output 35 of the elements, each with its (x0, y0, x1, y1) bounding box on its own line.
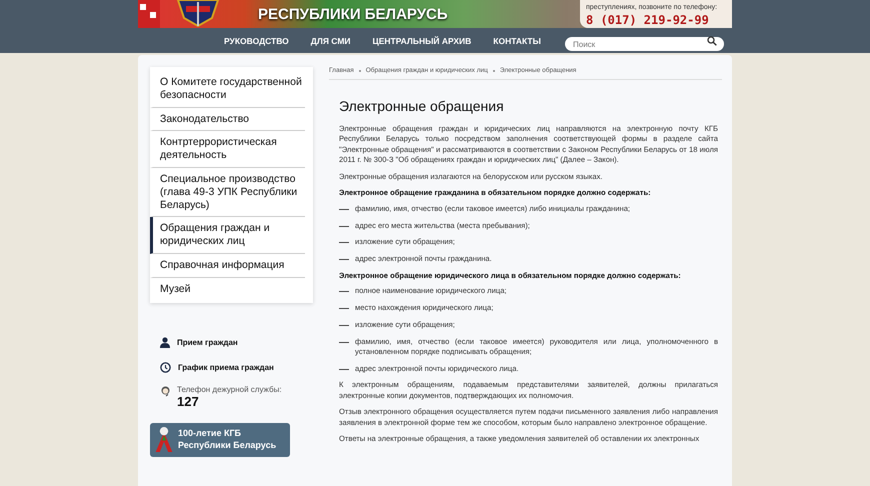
duty-phone-label: Телефон дежурной службы: (177, 384, 282, 394)
sidebar-link[interactable]: Прием граждан (177, 338, 238, 347)
sidebar-item[interactable]: Обращения граждан и юридических лиц (150, 217, 305, 254)
dash-bullet-icon (339, 242, 349, 244)
headset-icon (160, 384, 171, 397)
anniversary-banner[interactable]: 100-летие КГБ Республики Беларусь (150, 422, 290, 457)
ribbon-icon (155, 427, 173, 452)
dash-bullet-icon (339, 208, 349, 210)
sidebar-item[interactable]: О Комитете государственной безопасности (150, 71, 305, 108)
hotline-phone: 8 (017) 219-92-99 (586, 13, 710, 27)
dash-bullet-icon (339, 324, 349, 326)
site-title: РЕСПУБЛИКИ БЕЛАРУСЬ (257, 4, 449, 24)
nav-link[interactable]: РУКОВОДСТВО (224, 36, 289, 46)
duty-phone-number: 127 (177, 394, 199, 409)
sidebar-item[interactable]: Специальное производство (глава 49-3 УПК Республики Беларусь) (150, 168, 305, 218)
dash-bullet-icon (339, 291, 349, 292)
breadcrumb-separator-icon (358, 70, 361, 72)
dash-bullet-icon (339, 259, 349, 260)
banner-text: 100-летие КГБ Республики Беларусь (178, 428, 276, 452)
breadcrumb-separator-icon (492, 70, 495, 72)
search-icon[interactable] (707, 36, 717, 46)
nav-link[interactable]: КОНТАКТЫ (493, 36, 541, 46)
dash-bullet-icon (339, 308, 349, 309)
nav-link[interactable]: ДЛЯ СМИ (310, 36, 351, 46)
page-title: Электронные обращения (339, 98, 505, 114)
sidebar-item[interactable]: Справочная информация (150, 254, 305, 278)
sidebar-item[interactable]: Музей (150, 278, 305, 301)
sidebar-item[interactable]: Контртеррористическая деятельность (150, 131, 305, 168)
sidebar-item[interactable]: Законодательство (150, 108, 305, 132)
dash-bullet-icon (339, 368, 349, 370)
nav-link[interactable]: ЦЕНТРАЛЬНЫЙ АРХИВ (372, 36, 472, 46)
clock-icon (160, 362, 171, 373)
search-field[interactable]: Поиск (565, 37, 724, 51)
sidebar-link[interactable]: График приема граждан (178, 362, 274, 372)
person-icon (160, 336, 170, 348)
